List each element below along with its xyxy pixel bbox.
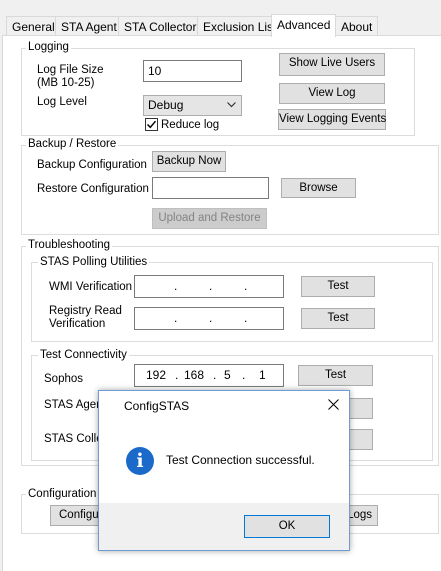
message-dialog: ConfigSTAS i Test Connection successful.… <box>98 390 350 551</box>
tab-advanced[interactable]: Advanced <box>271 14 337 37</box>
information-icon: i <box>126 447 154 475</box>
tab-sta-agent[interactable]: STA Agent <box>55 16 123 36</box>
sophos-ip-input[interactable]: 192 . 168 . 5 . 1 <box>134 364 284 387</box>
log-file-size-input[interactable]: 10 <box>143 60 242 82</box>
reduce-log-label: Reduce log <box>161 119 220 131</box>
restore-file-input[interactable] <box>152 177 269 199</box>
sophos-label: Sophos <box>44 373 84 385</box>
reduce-log-checkbox[interactable] <box>145 118 158 131</box>
tab-general[interactable]: General <box>6 16 61 36</box>
registry-test-button[interactable]: Test <box>301 308 375 329</box>
view-logging-events-button[interactable]: View Logging Events <box>278 109 386 130</box>
dialog-message: Test Connection successful. <box>166 453 315 467</box>
log-level-select[interactable]: Debug <box>143 95 242 116</box>
stas-agent-test-button[interactable] <box>347 398 373 419</box>
registry-read-label: Registry Read Verification <box>49 305 122 330</box>
configuration-title: Configuration S <box>26 488 110 500</box>
upload-and-restore-button[interactable]: Upload and Restore <box>152 208 267 229</box>
backup-configuration-label: Backup Configuration <box>37 159 147 171</box>
view-log-button[interactable]: View Log <box>279 83 385 104</box>
troubleshooting-title: Troubleshooting <box>26 239 113 251</box>
chevron-down-icon <box>227 102 236 108</box>
browse-button[interactable]: Browse <box>281 178 356 198</box>
tab-exclusion-list[interactable]: Exclusion List <box>197 16 283 36</box>
close-icon[interactable] <box>328 399 339 410</box>
tab-about[interactable]: About <box>335 16 379 36</box>
stas-collector-label: STAS Colle <box>44 433 103 445</box>
log-level-value: Debug <box>148 98 184 112</box>
logging-title: Logging <box>26 41 71 53</box>
wmi-verification-label: WMI Verification <box>49 281 133 293</box>
ok-button[interactable]: OK <box>244 515 330 538</box>
tab-strip: General STA Agent STA Collector Exclusio… <box>0 14 441 37</box>
wmi-test-button[interactable]: Test <box>301 276 375 297</box>
registry-ip-input[interactable]: ... <box>134 307 284 330</box>
stas-agent-label: STAS Agen <box>44 399 103 411</box>
show-live-users-button[interactable]: Show Live Users <box>279 53 385 76</box>
polling-utilities-title: STAS Polling Utilities <box>38 256 150 268</box>
checkmark-icon <box>146 120 157 129</box>
log-level-label: Log Level <box>37 96 87 108</box>
stas-collector-test-button[interactable] <box>347 429 373 450</box>
wmi-ip-input[interactable]: ... <box>134 275 284 298</box>
backup-title: Backup / Restore <box>26 138 119 150</box>
tab-sta-collector[interactable]: STA Collector <box>118 16 203 36</box>
dialog-title: ConfigSTAS <box>124 399 190 413</box>
restore-configuration-label: Restore Configuration <box>37 183 149 195</box>
log-file-size-label: Log File Size (MB 10-25) <box>37 64 104 89</box>
backup-now-button[interactable]: Backup Now <box>152 151 226 172</box>
sophos-test-button[interactable]: Test <box>298 365 373 386</box>
test-connectivity-title: Test Connectivity <box>38 349 129 361</box>
